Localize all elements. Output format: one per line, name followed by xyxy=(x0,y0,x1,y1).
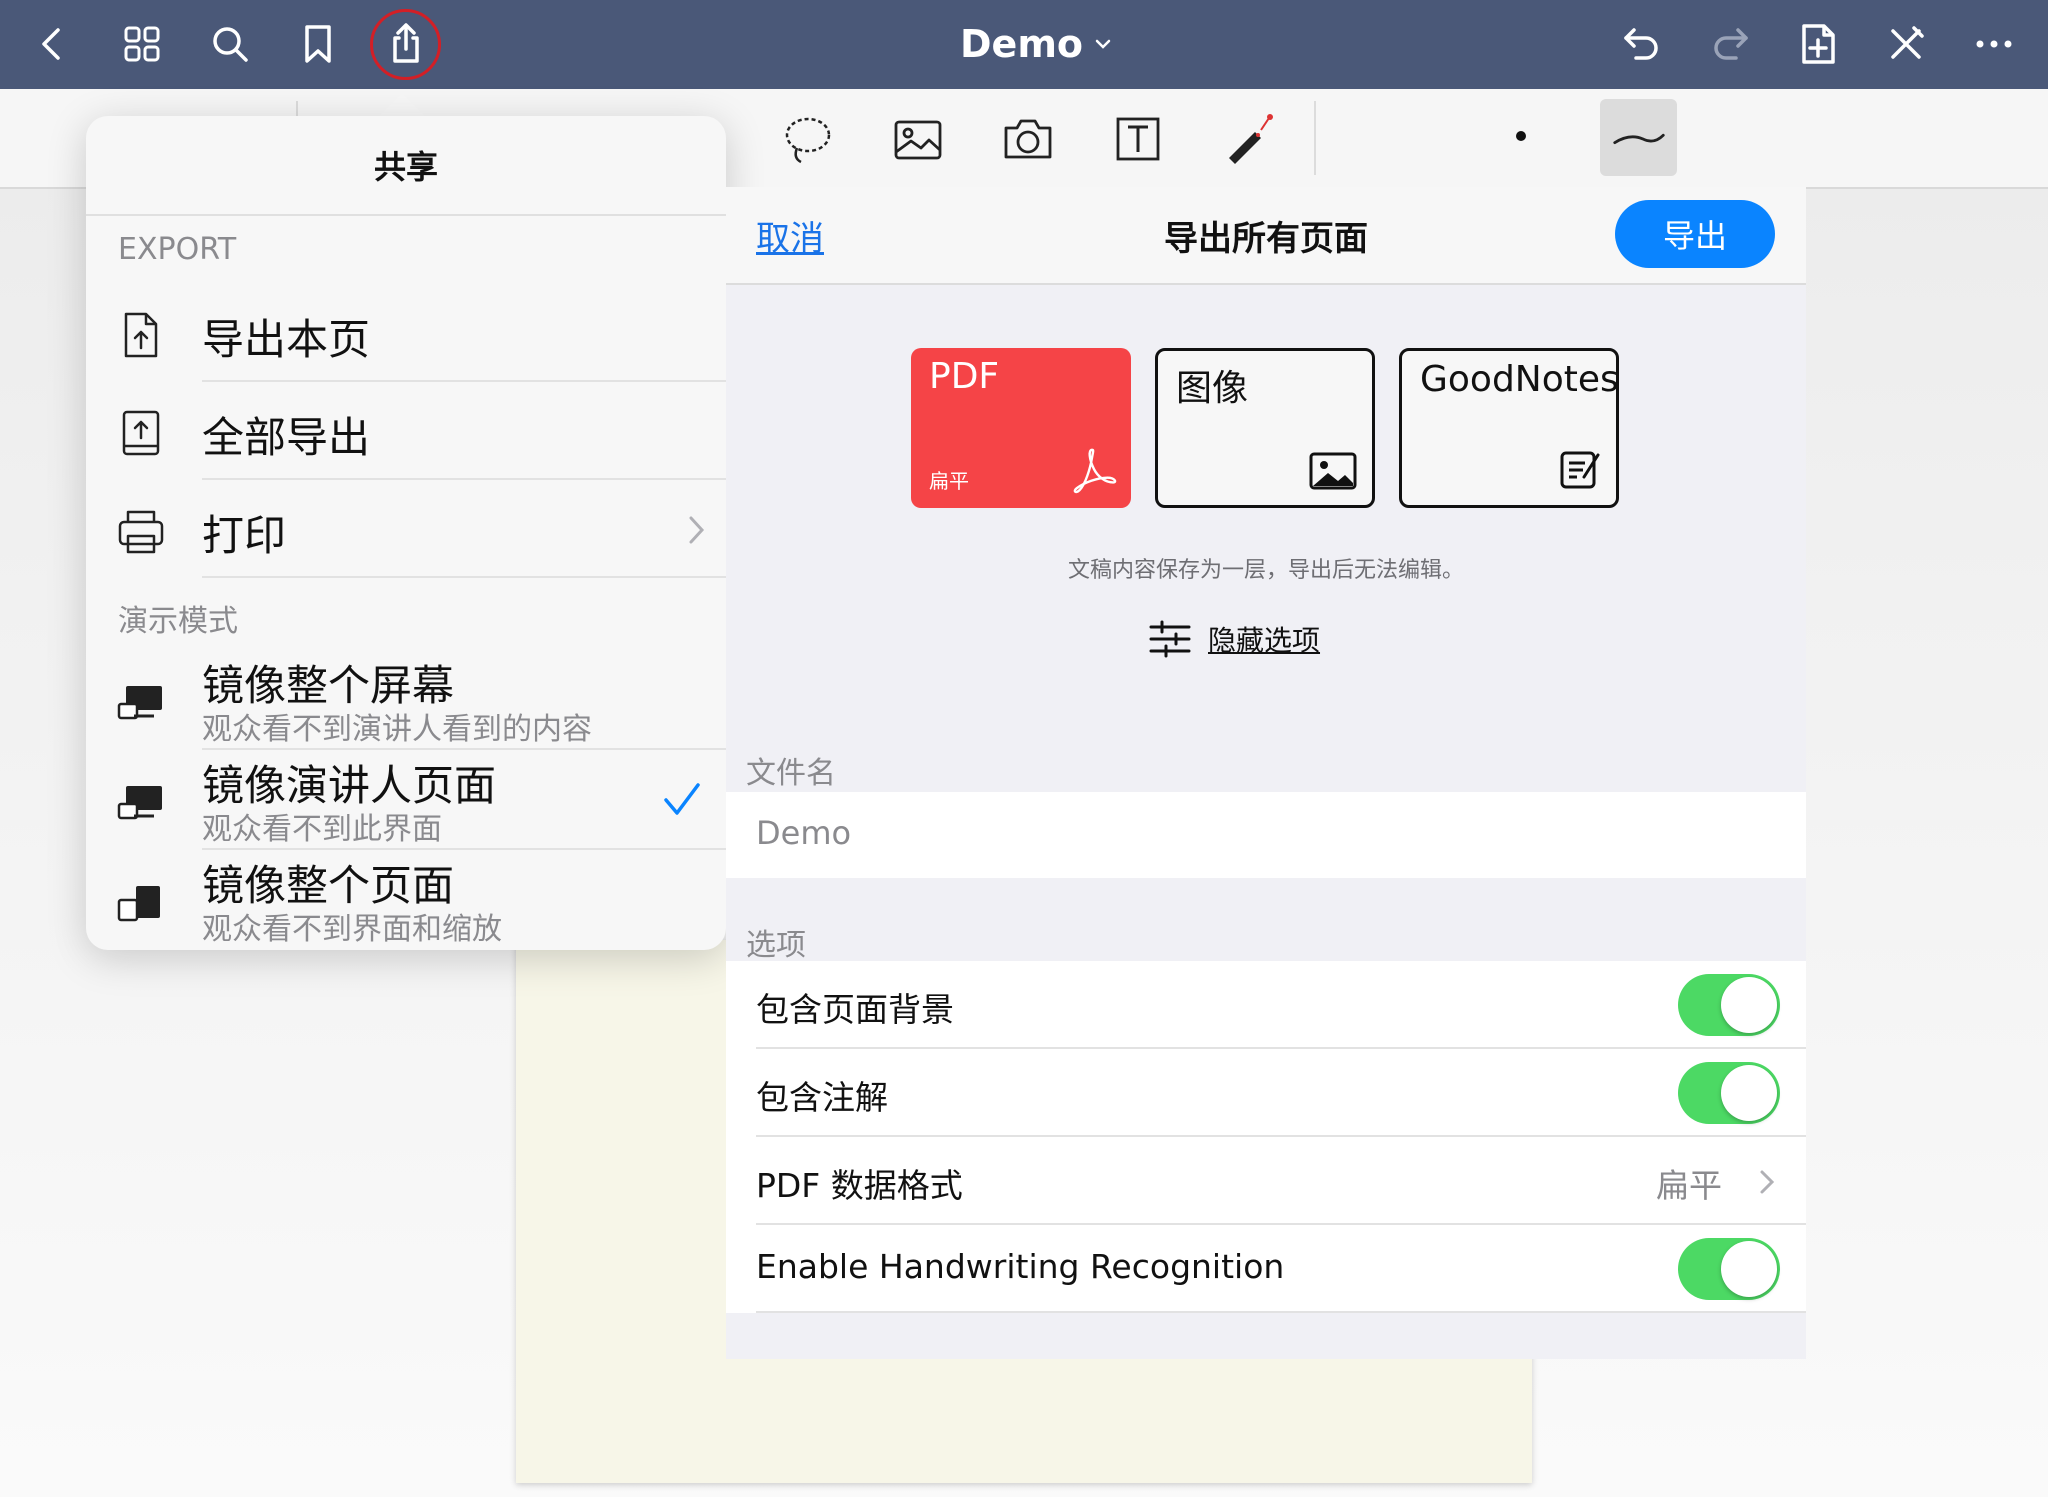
export-all-icon xyxy=(116,408,166,458)
handwriting-recognition-toggle[interactable] xyxy=(1678,1238,1780,1300)
export-section-header: EXPORT xyxy=(118,232,237,267)
format-goodnotes-name: GoodNotes xyxy=(1420,359,1619,400)
cancel-button[interactable]: 取消 xyxy=(756,211,824,260)
export-all-item[interactable]: 全部导出 xyxy=(86,382,726,480)
toolbar-divider xyxy=(1314,101,1316,175)
document-title-text: Demo xyxy=(960,22,1084,66)
option-row: 包含注解 xyxy=(726,1049,1806,1137)
back-icon[interactable] xyxy=(20,12,84,76)
export-button[interactable]: 导出 xyxy=(1615,200,1775,268)
page-background-toggle[interactable] xyxy=(1678,974,1780,1036)
share-title: 共享 xyxy=(86,116,726,216)
mirror-page-sub: 观众看不到界面和缩放 xyxy=(202,912,502,947)
mirror-presenter-sub: 观众看不到此界面 xyxy=(202,812,442,847)
screen-mirror-icon xyxy=(116,784,166,834)
filename-section-header: 文件名 xyxy=(746,756,836,791)
document-title[interactable]: Demo xyxy=(960,18,1113,70)
option-annotations-label: 包含注解 xyxy=(756,1078,888,1117)
format-goodnotes-card[interactable]: GoodNotes xyxy=(1399,348,1619,508)
annotations-toggle[interactable] xyxy=(1678,1062,1780,1124)
undo-icon[interactable] xyxy=(1610,12,1674,76)
print-item[interactable]: 打印 xyxy=(86,480,726,578)
top-navigation-bar: Demo xyxy=(0,0,2048,89)
option-page-background-label: 包含页面背景 xyxy=(756,990,954,1029)
toggle-knob xyxy=(1721,1065,1777,1121)
more-icon[interactable] xyxy=(1962,12,2026,76)
stroke-curve-icon xyxy=(1612,133,1665,144)
text-box-icon[interactable] xyxy=(1108,109,1168,169)
page-mirror-icon xyxy=(116,884,166,934)
format-pdf-name: PDF xyxy=(929,356,1000,397)
share-popover: 共享 EXPORT 导出本页 全部导出 打印 演示模式 镜像整个屏幕 观众看不到… xyxy=(86,116,726,950)
chevron-right-icon xyxy=(686,512,708,552)
pdf-data-format-row[interactable]: PDF 数据格式 扁平 xyxy=(726,1137,1806,1225)
redo-icon[interactable] xyxy=(1698,12,1762,76)
filename-field[interactable]: Demo xyxy=(726,792,1806,878)
add-page-icon[interactable] xyxy=(1786,12,1850,76)
image-icon[interactable] xyxy=(888,109,948,169)
export-page-icon xyxy=(116,310,166,360)
pen-size-dot[interactable] xyxy=(1516,131,1526,141)
format-description: 文稿内容保存为一层，导出后无法编辑。 xyxy=(1067,558,1464,583)
stroke-style-button[interactable] xyxy=(1600,99,1677,176)
filename-value: Demo xyxy=(756,814,852,852)
laser-pointer-icon[interactable] xyxy=(1218,109,1278,169)
option-handwriting-label: Enable Handwriting Recognition xyxy=(756,1247,1285,1286)
export-page-label: 导出本页 xyxy=(202,315,371,364)
screen-mirror-icon xyxy=(116,684,166,734)
pdf-icon xyxy=(1069,446,1117,498)
lasso-icon[interactable] xyxy=(778,109,838,169)
separator xyxy=(756,1311,1806,1313)
export-panel: 导出所有页面 取消 导出 PDF 扁平 图像 GoodNotes 文稿内容保存为… xyxy=(726,187,1806,1359)
presentation-section-header: 演示模式 xyxy=(118,604,238,639)
chevron-right-icon xyxy=(1758,1167,1776,1201)
mirror-page-item[interactable]: 镜像整个页面 观众看不到界面和缩放 xyxy=(86,850,726,950)
options-section-header: 选项 xyxy=(746,928,806,963)
mirror-screen-sub: 观众看不到演讲人看到的内容 xyxy=(202,712,592,747)
grid-icon[interactable] xyxy=(110,12,174,76)
camera-icon[interactable] xyxy=(998,109,1058,169)
format-image-card[interactable]: 图像 xyxy=(1155,348,1375,508)
format-pdf-sub: 扁平 xyxy=(929,469,969,493)
export-nav-bar: 导出所有页面 取消 导出 xyxy=(726,187,1806,285)
mirror-screen-item[interactable]: 镜像整个屏幕 观众看不到演讲人看到的内容 xyxy=(86,650,726,750)
print-label: 打印 xyxy=(202,511,287,560)
option-pdf-format-label: PDF 数据格式 xyxy=(756,1166,963,1205)
checkmark-icon xyxy=(662,780,702,824)
sliders-icon xyxy=(1149,620,1191,658)
goodnotes-icon xyxy=(1558,447,1602,495)
share-highlight-ring xyxy=(370,9,441,80)
close-icon[interactable] xyxy=(1874,12,1938,76)
option-row: 包含页面背景 xyxy=(726,961,1806,1049)
hide-options-button[interactable]: 隐藏选项 xyxy=(1148,619,1320,659)
mirror-presenter-item[interactable]: 镜像演讲人页面 观众看不到此界面 xyxy=(86,750,726,850)
option-pdf-format-value: 扁平 xyxy=(1656,1166,1722,1205)
printer-icon xyxy=(116,506,166,556)
toggle-knob xyxy=(1721,977,1777,1033)
toggle-knob xyxy=(1721,1241,1777,1297)
separator xyxy=(202,576,726,578)
export-page-item[interactable]: 导出本页 xyxy=(86,284,726,382)
format-pdf-card[interactable]: PDF 扁平 xyxy=(911,348,1131,508)
image-icon xyxy=(1308,451,1358,495)
search-icon[interactable] xyxy=(198,12,262,76)
format-image-name: 图像 xyxy=(1176,368,1249,409)
export-all-label: 全部导出 xyxy=(202,413,371,462)
chevron-down-icon xyxy=(1095,39,1111,49)
options-list: 包含页面背景 包含注解 PDF 数据格式 扁平 Enable Handwriti… xyxy=(726,961,1806,1313)
bookmark-icon[interactable] xyxy=(286,12,350,76)
hide-options-label: 隐藏选项 xyxy=(1208,624,1321,657)
option-row: Enable Handwriting Recognition xyxy=(726,1225,1806,1313)
